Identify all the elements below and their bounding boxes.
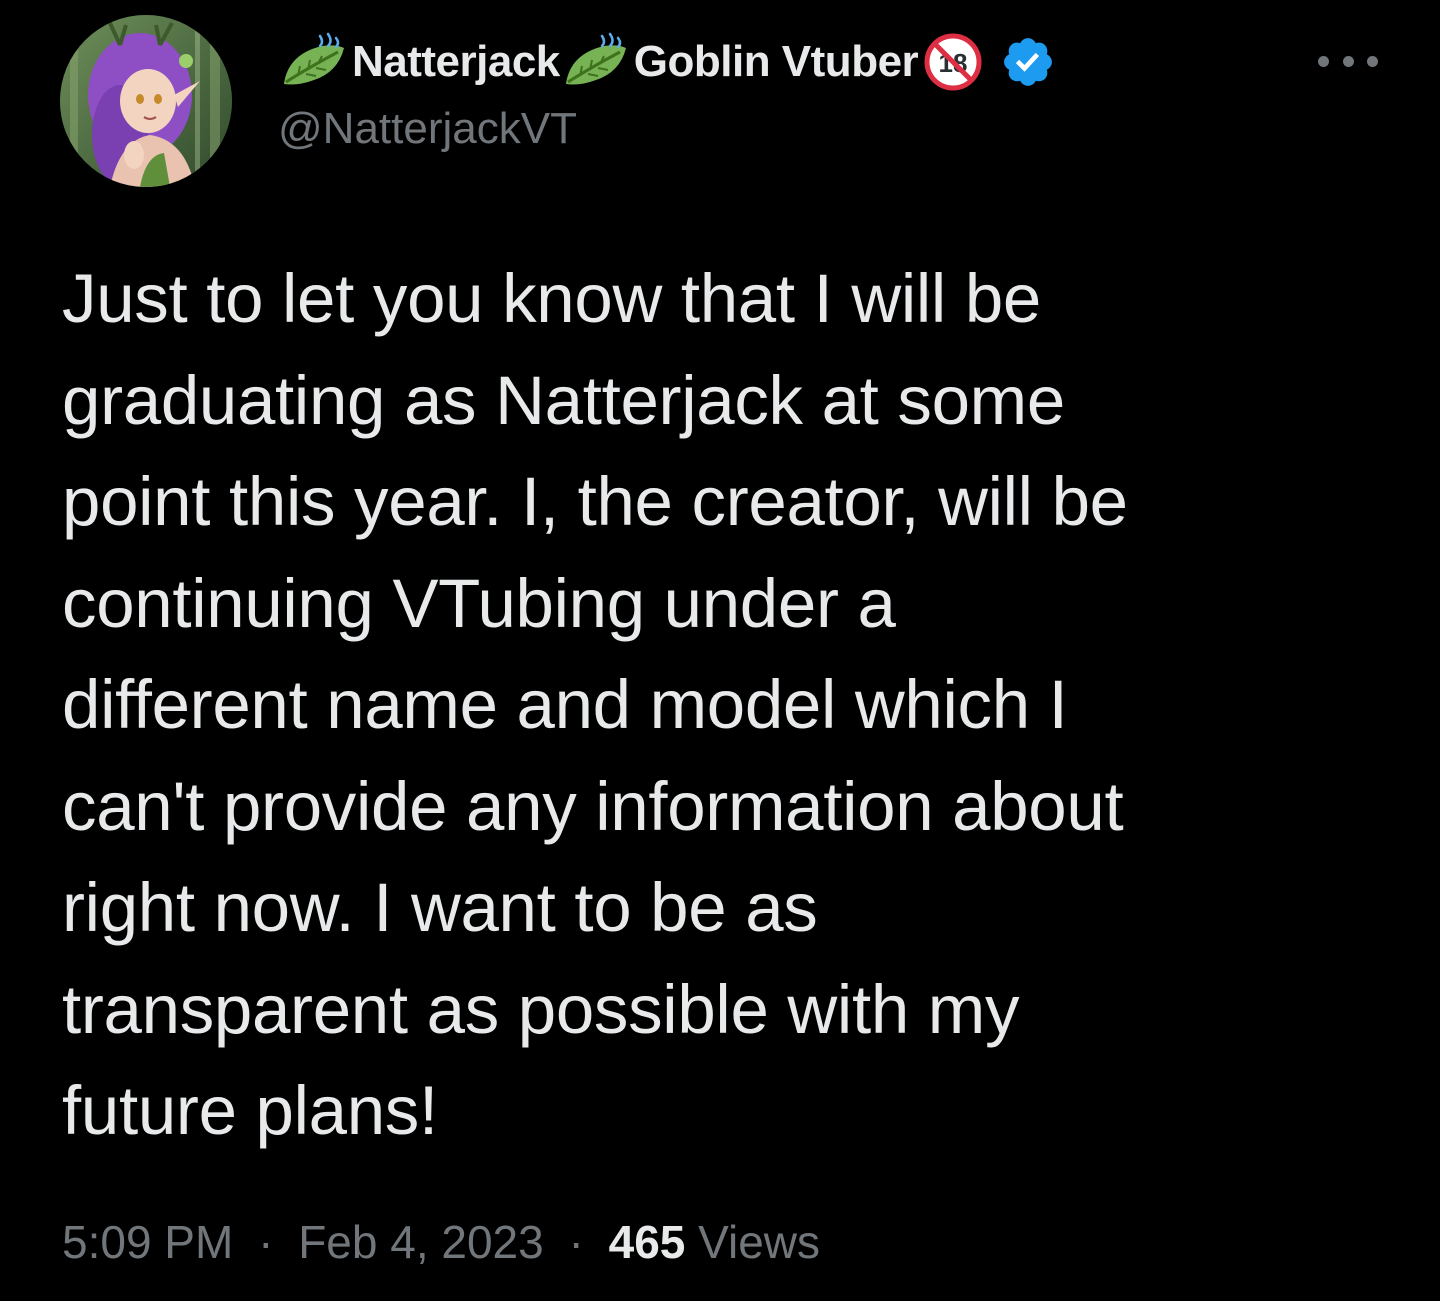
more-options-icon[interactable] [1318, 46, 1378, 76]
avatar-image [60, 15, 232, 187]
tweet-text-line: continuing VTubing under a [62, 564, 896, 642]
more-dot [1318, 55, 1329, 67]
tweet-text-line: can't provide any information about [62, 767, 1124, 845]
tweet-time[interactable]: 5:09 PM [62, 1216, 233, 1268]
tweet: Natterjack Goblin Vtuber 18 @Natter [0, 0, 1440, 1301]
more-dot [1342, 55, 1354, 67]
tweet-text-line: transparent as possible with my [62, 970, 1020, 1048]
tweet-text-line: right now. I want to be as [62, 869, 818, 946]
author-name-row[interactable]: Natterjack Goblin Vtuber 18 [278, 30, 1056, 94]
tweet-meta: 5:09 PM · Feb 4, 2023 · 465 Views [62, 1215, 820, 1269]
tweet-text-line: graduating as Natterjack at some [62, 361, 1065, 439]
leaf-fluttering-in-wind-icon [560, 32, 632, 92]
tweet-text-line: future plans! [62, 1072, 438, 1149]
more-dot [1367, 55, 1378, 67]
tweet-text-line: different name and model which I [62, 666, 1068, 743]
tweet-text-line: Just to let you know that I will be [62, 260, 1041, 337]
meta-separator: · [258, 1216, 274, 1268]
no-one-under-eighteen-icon: 18 [922, 31, 984, 93]
views-count[interactable]: 465 [609, 1216, 686, 1268]
meta-separator: · [568, 1216, 584, 1268]
tweet-text: Just to let you know that I will be grad… [62, 248, 1382, 1162]
tweet-date[interactable]: Feb 4, 2023 [298, 1216, 544, 1268]
author-name-part2: Goblin Vtuber [633, 37, 919, 86]
author-name-part1: Natterjack [352, 37, 560, 86]
avatar[interactable] [60, 15, 232, 187]
author-handle[interactable]: @NatterjackVT [278, 104, 577, 154]
views-label[interactable]: Views [698, 1216, 820, 1268]
leaf-fluttering-in-wind-icon [278, 32, 350, 92]
verified-badge-icon[interactable] [1000, 34, 1056, 90]
tweet-text-line: point this year. I, the creator, will be [62, 463, 1128, 540]
